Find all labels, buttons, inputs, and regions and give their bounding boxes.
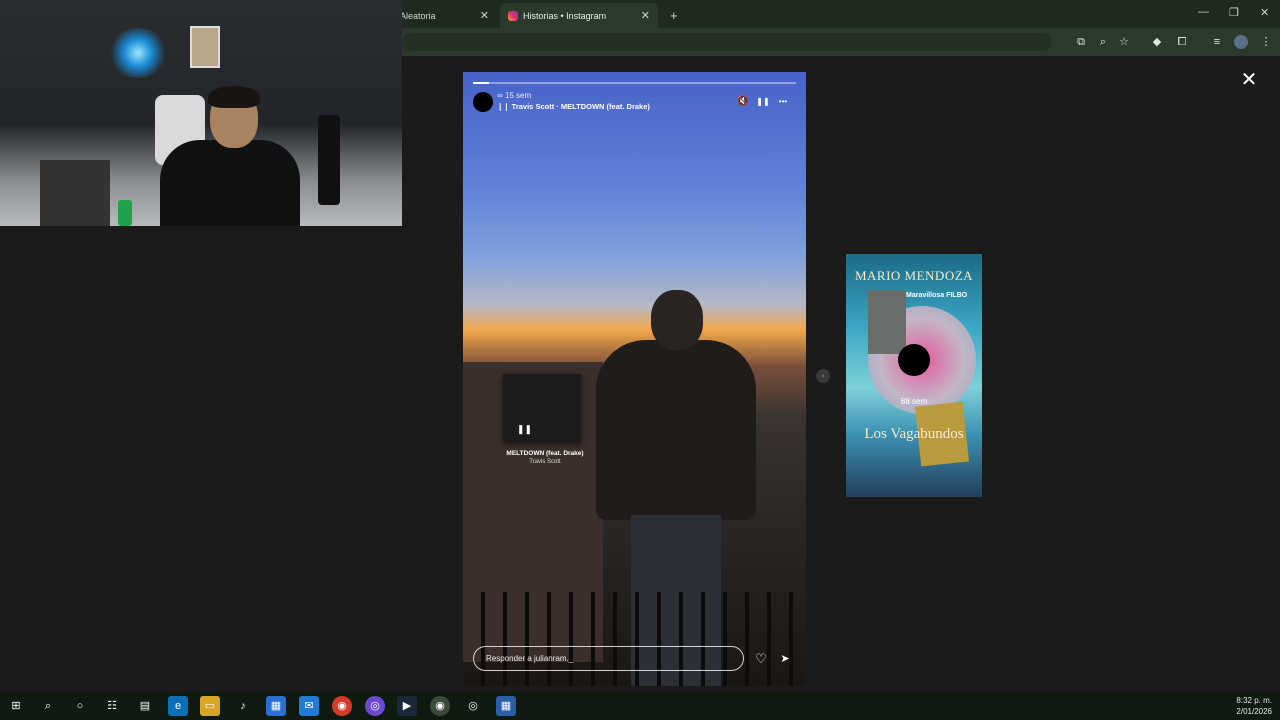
tab-label: Aleatoria — [400, 10, 436, 21]
chrome-active-icon[interactable]: ◉ — [430, 696, 450, 716]
cortana-icon[interactable]: ○ — [70, 696, 90, 716]
media-control-icon[interactable]: ≡ — [1210, 35, 1224, 49]
story-photo-railing — [463, 592, 806, 686]
store-icon[interactable]: ▦ — [266, 696, 286, 716]
zoom-icon[interactable]: ⌕ — [1096, 35, 1110, 49]
file-icon[interactable]: ▤ — [135, 696, 155, 716]
address-bar[interactable] — [402, 33, 1052, 51]
start-icon[interactable]: ⊞ — [6, 696, 26, 716]
windows-taskbar: ⊞ ⌕ ○ ☷ ▤ e ▭ ♪ ▦ ✉ ◉ ◎ ▶ ◉ ◎ ▦ 8:32 p. … — [0, 692, 1280, 720]
tab-close-icon[interactable]: ✕ — [641, 9, 650, 22]
more-options-icon[interactable]: ••• — [776, 95, 790, 109]
webcam-lamp — [108, 28, 168, 78]
edge-icon[interactable]: e — [168, 696, 188, 716]
clock-date: 2/01/2026 — [1236, 707, 1272, 716]
tab-close-icon[interactable]: ✕ — [480, 9, 489, 22]
restore-button[interactable]: ❐ — [1229, 6, 1239, 19]
story-time-text: 15 sem — [504, 91, 532, 100]
webcam-overlay — [0, 0, 402, 226]
minimize-button[interactable]: — — [1198, 6, 1209, 18]
next-story-caption: Maravillosa FILBO — [906, 292, 968, 299]
story-author-avatar[interactable] — [473, 92, 493, 112]
pause-icon[interactable]: ❚❚ — [756, 95, 770, 109]
music-sticker[interactable]: ❚❚ — [503, 374, 581, 442]
music-bars-icon: ❘❘ — [497, 102, 510, 111]
task-view-icon[interactable]: ☷ — [102, 696, 122, 716]
extension-diamond-icon[interactable]: ◆ — [1150, 35, 1164, 49]
story-timestamp: ∞ 15 sem — [497, 91, 531, 100]
next-story-preview[interactable]: MARIO MENDOZA Maravillosa FILBO 88 sem L… — [846, 254, 982, 497]
next-story-book-title: Los Vagabundos — [864, 426, 964, 442]
new-tab-button[interactable]: + — [662, 3, 682, 28]
next-story-book-author: MARIO MENDOZA — [854, 268, 974, 283]
tiktok-icon[interactable]: ♪ — [233, 696, 253, 716]
close-viewer-icon[interactable]: ✕ — [1239, 70, 1259, 90]
story-frame[interactable]: ∞ 15 sem ❘❘ Travis Scott · MELTDOWN (fea… — [463, 72, 806, 686]
story-song-label: Travis Scott · MELTDOWN (feat. Drake) — [511, 102, 650, 111]
bookmark-star-icon[interactable]: ☆ — [1117, 35, 1131, 49]
cast-icon[interactable]: ⧉ — [1074, 35, 1088, 49]
next-story-avatar — [898, 344, 930, 376]
story-progress-bar — [473, 82, 796, 84]
chrome-icon[interactable]: ◉ — [332, 696, 352, 716]
webcam-person — [160, 86, 300, 226]
profile-avatar[interactable] — [1234, 35, 1248, 49]
clock-time: 8:32 p. m. — [1236, 696, 1272, 705]
next-story-timestamp: 88 sem — [900, 397, 928, 406]
send-icon[interactable]: ➤ — [777, 651, 793, 667]
heart-icon[interactable]: ♡ — [753, 651, 769, 667]
search-icon[interactable]: ⌕ — [38, 696, 58, 716]
file-explorer-icon[interactable]: ▭ — [200, 696, 220, 716]
sticker-pause-icon[interactable]: ❚❚ — [517, 424, 532, 435]
story-song-info[interactable]: ❘❘ Travis Scott · MELTDOWN (feat. Drake) — [497, 102, 650, 111]
discord-icon[interactable]: ◎ — [365, 696, 385, 716]
sticker-song-artist: Travis Scott — [529, 459, 561, 465]
infinity-icon: ∞ — [497, 91, 503, 100]
instagram-icon — [508, 10, 518, 21]
sticker-song-title: MELTDOWN (feat. Drake) — [506, 450, 584, 457]
obs-icon[interactable]: ◎ — [463, 696, 483, 716]
calculator-icon[interactable]: ▦ — [496, 696, 516, 716]
extensions-puzzle-icon[interactable]: ⧠ — [1175, 35, 1189, 49]
next-story-inset-photo — [868, 290, 906, 354]
reply-input[interactable]: Responder a julianram._ — [473, 646, 744, 671]
mute-icon[interactable]: 🔇 — [736, 95, 750, 109]
steam-icon[interactable]: ▶ — [397, 696, 417, 716]
next-story-arrow-icon[interactable]: › — [816, 369, 830, 383]
tab-aleatoria[interactable]: Aleatoria ✕ — [392, 3, 497, 28]
taskbar-clock[interactable]: 8:32 p. m. 2/01/2026 — [1236, 695, 1272, 717]
tab-instagram-stories[interactable]: Historias • Instagram ✕ — [500, 3, 658, 28]
menu-kebab-icon[interactable]: ⋮ — [1259, 35, 1273, 49]
story-progress-fill — [473, 82, 490, 84]
webcam-wall-frame — [190, 26, 220, 68]
close-window-button[interactable]: ✕ — [1260, 6, 1269, 19]
tab-label: Historias • Instagram — [523, 10, 607, 21]
mail-icon[interactable]: ✉ — [299, 696, 319, 716]
